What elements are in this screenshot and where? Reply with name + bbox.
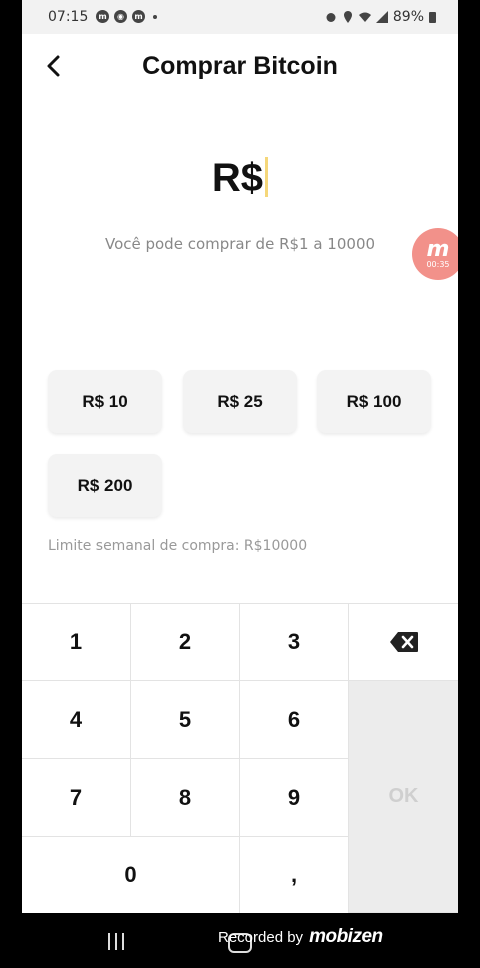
key-8[interactable]: 8 [131, 759, 240, 837]
recording-watermark: Recorded by mobizen [218, 926, 383, 948]
key-4[interactable]: 4 [22, 681, 131, 759]
chrome-notification-icon: ◉ [114, 10, 127, 23]
status-right: 89% [325, 9, 436, 25]
quick-amount-button-200[interactable]: R$ 200 [48, 454, 162, 517]
key-9[interactable]: 9 [240, 759, 349, 837]
mobizen-notification-icon: m [132, 10, 145, 23]
key-comma[interactable]: , [240, 837, 349, 913]
recording-time: 00:35 [426, 259, 450, 269]
amount-value: R$ [211, 156, 264, 200]
numeric-keypad: 1 2 3 4 5 6 OK 7 8 9 0 , [22, 603, 458, 913]
backspace-key[interactable] [349, 604, 458, 681]
ok-button[interactable]: OK [349, 681, 458, 913]
status-time: 07:15 [48, 9, 89, 25]
weekly-limit-text: Limite semanal de compra: R$10000 [48, 538, 308, 554]
mobizen-logo-icon: m [426, 236, 450, 262]
quick-amount-button-100[interactable]: R$ 100 [317, 370, 431, 433]
key-0[interactable]: 0 [22, 837, 240, 913]
signal-icon [375, 11, 388, 23]
backspace-icon [389, 632, 418, 652]
quick-amount-button-25[interactable]: R$ 25 [183, 370, 297, 433]
amount-range-hint: Você pode comprar de R$1 a 10000 [104, 235, 376, 253]
mobizen-notification-icon: m [96, 10, 109, 23]
mobizen-recording-bubble[interactable]: m 00:35 [412, 228, 458, 280]
quick-amount-button-10[interactable]: R$ 10 [48, 370, 162, 433]
key-2[interactable]: 2 [131, 604, 240, 681]
text-cursor [265, 157, 269, 197]
key-1[interactable]: 1 [22, 604, 131, 681]
page-title: Comprar Bitcoin [142, 52, 338, 80]
app-screen: 07:15 m ◉ m 89% Comprar Bitcoin R$ Você … [22, 0, 458, 913]
more-notifications-icon [153, 14, 157, 19]
key-3[interactable]: 3 [240, 604, 349, 681]
wifi-icon [358, 12, 371, 22]
recent-apps-icon[interactable] [108, 933, 124, 950]
alarm-icon [326, 13, 336, 22]
status-bar: 07:15 m ◉ m 89% [22, 0, 458, 34]
battery-level: 89% [392, 9, 424, 25]
recorded-by-label: Recorded by [218, 928, 304, 946]
location-icon [343, 11, 352, 23]
key-7[interactable]: 7 [22, 759, 131, 837]
key-5[interactable]: 5 [131, 681, 240, 759]
notification-icons: m ◉ m [96, 10, 157, 23]
battery-icon [429, 12, 436, 23]
mobizen-logo: mobizen [309, 926, 383, 947]
amount-display[interactable]: R$ [22, 156, 458, 201]
key-6[interactable]: 6 [240, 681, 349, 759]
